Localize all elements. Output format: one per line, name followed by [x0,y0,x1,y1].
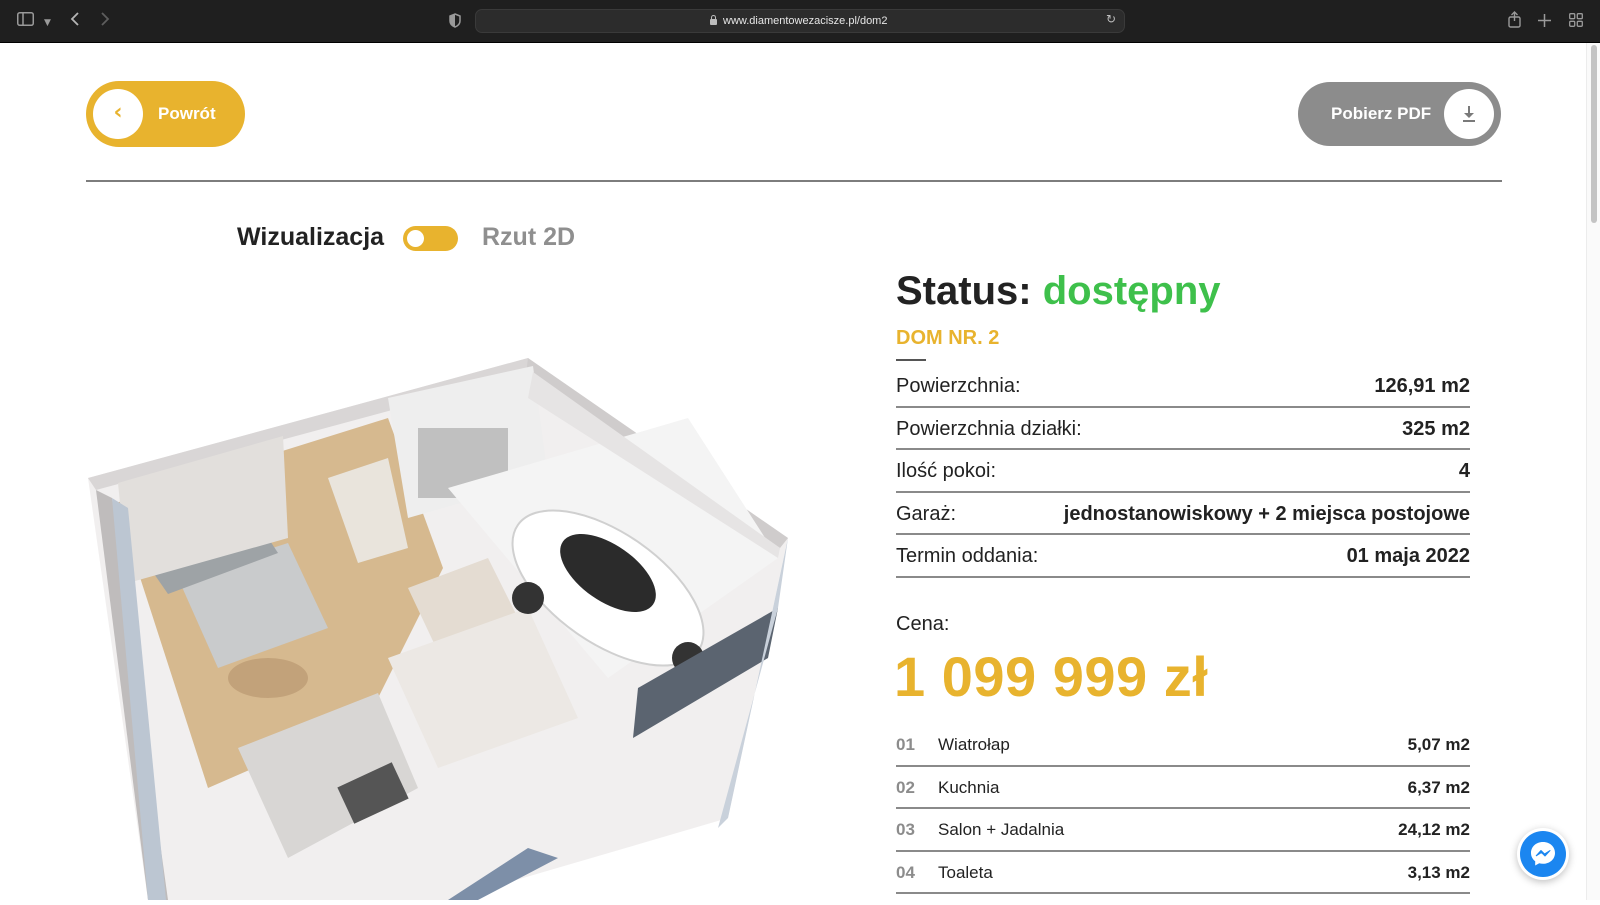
download-pdf-button[interactable]: Pobierz PDF [1298,82,1501,146]
scrollbar-thumb[interactable] [1591,45,1597,223]
page-scrollbar[interactable] [1586,43,1600,900]
floor-plan-visualization [88,358,808,900]
room-name: Salon + Jadalnia [938,820,1065,839]
spec-label: Powierzchnia działki: [896,417,1082,440]
room-area: 5,07 m2 [1407,735,1470,754]
back-button-label: Powrót [158,104,216,123]
spec-row: Garaż: jednostanowiskowy + 2 miejsca pos… [896,493,1470,535]
house-number-underline [896,359,926,361]
back-button[interactable]: ‹ Powrót [86,81,245,147]
toggle-knob [407,230,424,247]
spec-value: 325 m2 [1402,417,1470,440]
spec-value: jednostanowiskowy + 2 miejsca postojowe [1063,502,1470,525]
room-row: 02 Kuchnia 6,37 m2 [896,767,1470,809]
room-name: Toaleta [938,862,993,882]
status-label: Status: [896,269,1032,313]
spec-label: Ilość pokoi: [896,460,997,482]
shield-icon[interactable] [449,13,461,32]
spec-label: Termin oddania: [896,545,1039,567]
price-value: 1 099 999 zł [894,645,1209,708]
spec-label: Garaż: [896,502,957,525]
room-row: 01 Wiatrołap 5,07 m2 [896,724,1470,767]
room-name: Kuchnia [938,777,1000,797]
status-heading: Status: dostępny [896,267,1221,315]
rooms-table: 01 Wiatrołap 5,07 m2 02 Kuchnia 6,37 m2 … [896,724,1470,894]
view-toggle-switch[interactable] [403,226,458,251]
spec-row: Powierzchnia: 126,91 m2 [896,365,1470,408]
room-area: 6,37 m2 [1407,777,1470,797]
chevron-left-icon: ‹ [93,89,143,139]
download-pdf-label: Pobierz PDF [1331,104,1432,123]
header-divider [86,180,1502,182]
download-icon [1444,89,1494,139]
room-number: 02 [896,777,915,797]
spec-value: 01 maja 2022 [1346,545,1470,567]
room-row: 03 Salon + Jadalnia 24,12 m2 [896,809,1470,852]
browser-toolbar: ▼ www.diamentowezacisze.pl/dom2 ↻ [0,0,1600,43]
house-number: DOM NR. 2 [896,327,1000,349]
forward-arrow-icon[interactable] [100,12,110,30]
room-name: Wiatrołap [938,735,1010,754]
room-area: 3,13 m2 [1407,862,1470,882]
spec-row: Termin oddania: 01 maja 2022 [896,535,1470,578]
messenger-icon [1520,831,1566,877]
messenger-chat-button[interactable] [1517,828,1569,880]
room-number: 03 [896,820,915,839]
status-value: dostępny [1042,269,1221,313]
spec-value: 126,91 m2 [1374,375,1470,397]
floorplan-2d-label[interactable]: Rzut 2D [482,222,575,252]
chevron-down-icon[interactable]: ▼ [44,14,51,32]
tabs-grid-icon[interactable] [1569,13,1583,31]
plus-icon[interactable] [1538,13,1551,31]
room-number: 01 [896,735,915,754]
share-icon[interactable] [1508,11,1521,32]
spec-value: 4 [1458,460,1470,482]
spec-row: Ilość pokoi: 4 [896,450,1470,493]
room-row: 04 Toaleta 3,13 m2 [896,852,1470,894]
lock-icon [710,15,717,25]
specs-table: Powierzchnia: 126,91 m2 Powierzchnia dzi… [896,365,1470,578]
url-text: www.diamentowezacisze.pl/dom2 [723,15,888,27]
back-arrow-icon[interactable] [70,12,80,30]
spec-row: Powierzchnia działki: 325 m2 [896,408,1470,450]
visualization-label[interactable]: Wizualizacja [237,222,384,252]
reload-icon[interactable]: ↻ [1106,12,1116,26]
room-number: 04 [896,862,915,882]
price-label: Cena: [896,613,950,635]
address-bar[interactable]: www.diamentowezacisze.pl/dom2 ↻ [475,9,1125,33]
spec-label: Powierzchnia: [896,375,1021,397]
room-area: 24,12 m2 [1398,820,1470,839]
sidebar-icon[interactable] [17,12,34,30]
